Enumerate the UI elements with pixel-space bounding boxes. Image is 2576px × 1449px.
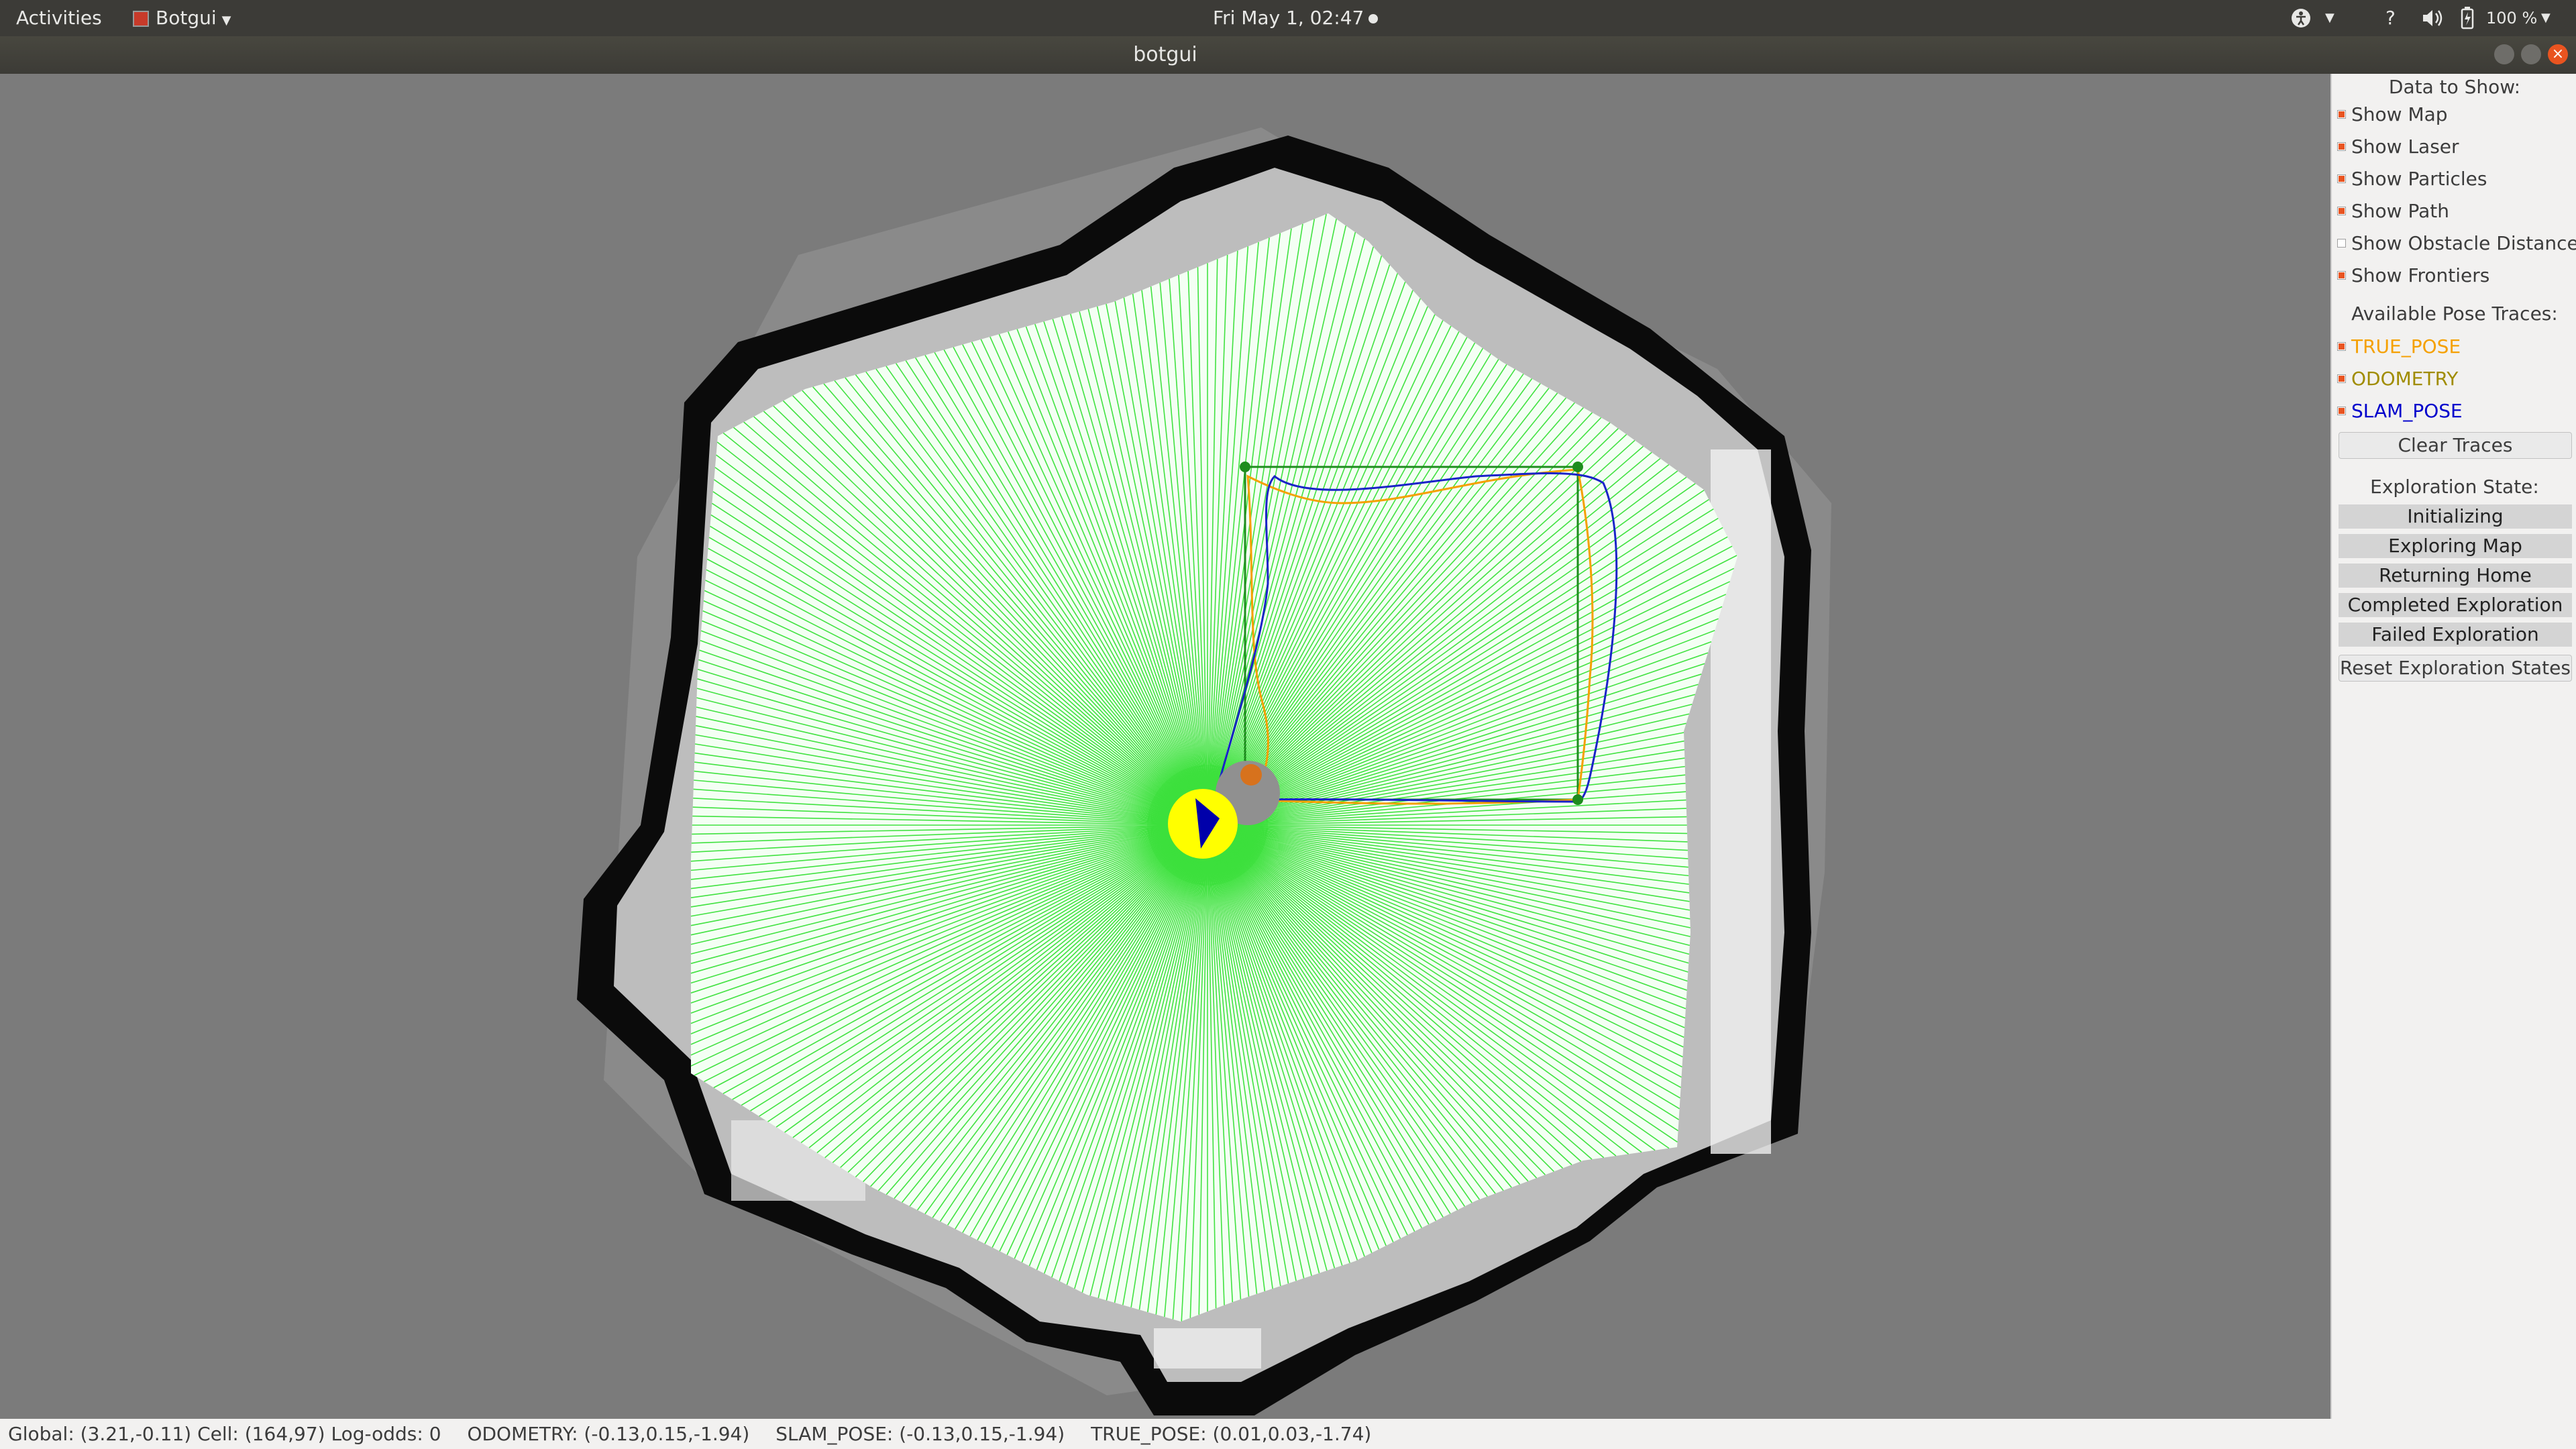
clear-traces-button[interactable]: Clear Traces xyxy=(2339,432,2572,459)
checkbox-icon xyxy=(2337,238,2346,248)
maximize-icon[interactable] xyxy=(2521,44,2541,64)
checkbox-icon xyxy=(2337,174,2346,183)
notification-dot-icon xyxy=(1368,0,1378,36)
show-map-checkbox[interactable]: Show Map xyxy=(2337,99,2448,129)
map-viewport[interactable] xyxy=(0,74,2330,1419)
show-laser-checkbox[interactable]: Show Laser xyxy=(2337,131,2459,161)
show-particles-checkbox[interactable]: Show Particles xyxy=(2337,164,2487,193)
show-path-checkbox[interactable]: Show Path xyxy=(2337,196,2449,225)
top-bar: Activities Botgui ▼ Fri May 1, 02:47 ▼ ? … xyxy=(0,0,2576,36)
clock[interactable]: Fri May 1, 02:47 xyxy=(1213,0,1364,36)
app-menu[interactable]: Botgui ▼ xyxy=(133,0,231,36)
app-menu-label: Botgui xyxy=(156,7,217,29)
state-returning-home: Returning Home xyxy=(2339,564,2572,588)
close-icon[interactable]: × xyxy=(2548,44,2568,64)
state-exploring-map: Exploring Map xyxy=(2339,534,2572,558)
state-completed-exploration: Completed Exploration xyxy=(2339,593,2572,617)
slam-pose-readout: SLAM_POSE: (-0.13,0.15,-1.94) xyxy=(775,1423,1065,1445)
volume-icon[interactable] xyxy=(2419,0,2446,36)
chevron-down-icon: ▼ xyxy=(221,13,231,28)
chevron-down-icon[interactable]: ▼ xyxy=(2541,0,2551,36)
odometry-checkbox[interactable]: ODOMETRY xyxy=(2337,364,2458,393)
checkbox-icon xyxy=(2337,406,2346,415)
show-frontiers-checkbox[interactable]: Show Frontiers xyxy=(2337,260,2489,290)
checkbox-icon xyxy=(2337,206,2346,215)
window-titlebar[interactable]: botgui × xyxy=(0,36,2576,74)
pose-traces-heading: Available Pose Traces: xyxy=(2351,303,2558,325)
exploration-state-heading: Exploration State: xyxy=(2370,476,2539,498)
status-bar: Global: (3.21,-0.11) Cell: (164,97) Log-… xyxy=(0,1419,2576,1449)
minimize-icon[interactable] xyxy=(2494,44,2514,64)
reset-exploration-states-button[interactable]: Reset Exploration States xyxy=(2339,655,2572,682)
data-to-show-heading: Data to Show: xyxy=(2388,76,2521,98)
odometry-readout: ODOMETRY: (-0.13,0.15,-1.94) xyxy=(467,1423,750,1445)
window-title: botgui xyxy=(1133,43,1197,66)
checkbox-icon xyxy=(2337,109,2346,119)
checkbox-icon xyxy=(2337,142,2346,151)
help-icon[interactable]: ? xyxy=(2385,0,2396,36)
checkbox-icon xyxy=(2337,270,2346,280)
cursor-global-readout: Global: (3.21,-0.11) Cell: (164,97) Log-… xyxy=(8,1423,441,1445)
chevron-down-icon[interactable]: ▼ xyxy=(2325,0,2334,36)
occupancy-map[interactable] xyxy=(0,74,2330,1419)
accessibility-icon[interactable] xyxy=(2290,0,2314,36)
battery-level: 100 % xyxy=(2486,9,2538,28)
battery-icon[interactable] xyxy=(2458,0,2477,36)
true-pose-checkbox[interactable]: TRUE_POSE xyxy=(2337,331,2461,361)
checkbox-icon xyxy=(2337,341,2346,351)
state-failed-exploration: Failed Exploration xyxy=(2339,623,2572,647)
app-icon xyxy=(133,11,149,27)
activities-button[interactable]: Activities xyxy=(16,0,102,36)
slam-pose-checkbox[interactable]: SLAM_POSE xyxy=(2337,396,2463,425)
state-initializing: Initializing xyxy=(2339,504,2572,529)
robot-pose xyxy=(1168,789,1238,859)
true-pose-readout: TRUE_POSE: (0.01,0.03,-1.74) xyxy=(1091,1423,1372,1445)
checkbox-icon xyxy=(2337,374,2346,383)
show-obstacle-distances-checkbox[interactable]: Show Obstacle Distances xyxy=(2337,228,2576,258)
control-panel: Data to Show: Show Map Show Laser Show P… xyxy=(2330,74,2576,1419)
